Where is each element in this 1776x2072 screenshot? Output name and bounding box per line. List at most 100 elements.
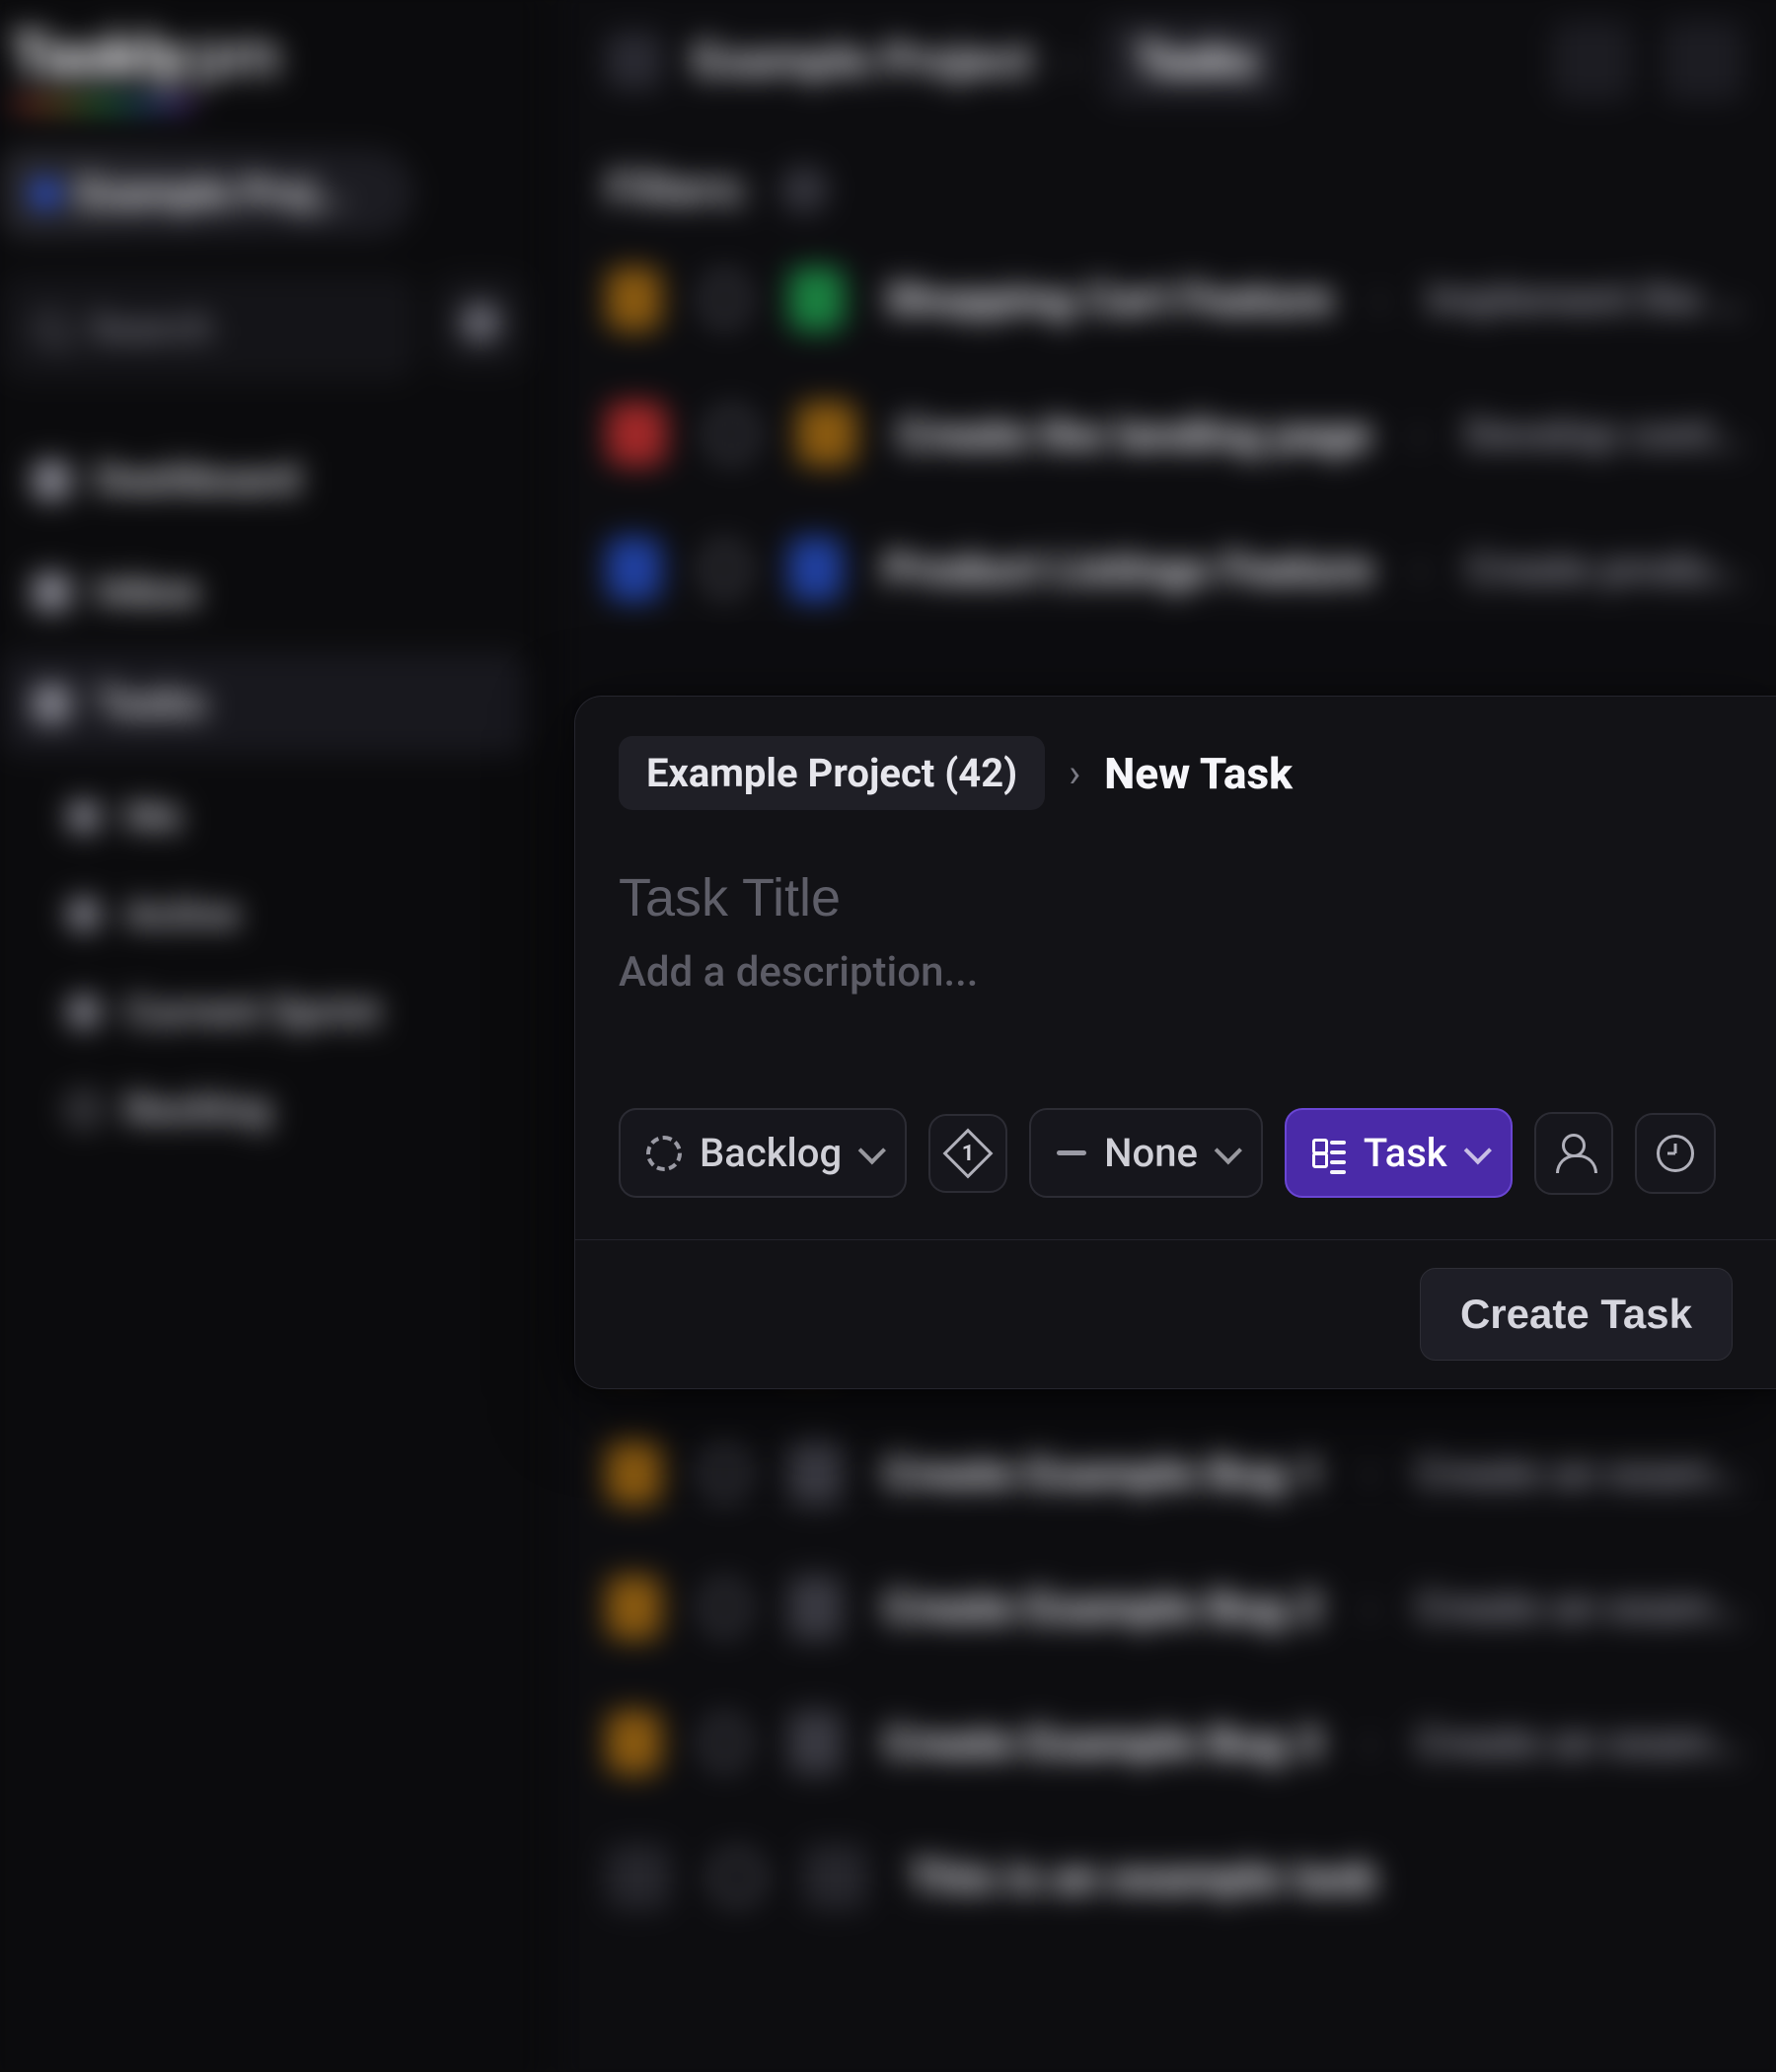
status-label: Backlog [700,1130,842,1176]
chevron-right-icon: › [1063,37,1074,85]
task-description-input[interactable] [619,936,1733,1045]
sidebar-subnav: Me Active Current Sprint Backlog [2,773,525,1153]
due-date-picker[interactable] [1635,1113,1716,1194]
task-title: Create the landing page [897,408,1371,461]
sidebar-item-inbox[interactable]: Inbox [2,541,525,642]
project-switcher[interactable]: Example Proj… [2,149,414,237]
active-icon [67,897,102,931]
user-icon [1556,1134,1591,1173]
task-row[interactable]: This is an example task [606,1845,1743,1909]
search-input[interactable]: Search [2,277,414,379]
breadcrumb-project[interactable]: Example Project [693,34,1032,88]
brand-logo: Tasklypm [2,20,525,93]
create-task-button[interactable]: Create Task [1420,1268,1733,1361]
chevron-down-icon [1463,1137,1491,1164]
task-status-square [606,1576,661,1640]
topbar-button-b[interactable] [1663,21,1743,102]
chevron-right-icon: › [1069,750,1080,796]
task-status-square [606,1845,670,1909]
separator: › [1363,1448,1375,1498]
separator: › [1363,1718,1375,1767]
sidebar-item-tasks[interactable]: Tasks [2,652,525,754]
task-progress-ring [706,408,756,461]
task-desc: Implement the … [1426,274,1743,324]
sprint-picker[interactable] [928,1114,1007,1193]
priority-picker[interactable]: None [1029,1108,1263,1198]
clock-icon [1657,1135,1694,1172]
type-label: Task [1364,1130,1447,1176]
task-row[interactable]: Shopping Cart Feature › Implement the … [606,267,1743,332]
brand-name: Taskly [11,20,186,93]
sidebar-item-dashboard[interactable]: Dashboard [2,429,525,531]
task-progress-ring [710,1851,763,1903]
task-category-square [796,402,856,466]
status-picker[interactable]: Backlog [619,1108,907,1198]
chevron-down-icon [858,1137,886,1164]
search-placeholder: Search [88,304,213,351]
task-progress-ring [702,1446,748,1499]
task-title: Create Example Bug 3 [883,1717,1322,1769]
task-progress-ring [702,1717,748,1769]
project-color-dot [33,180,59,206]
modal-header: Example Project (42) › New Task [575,697,1776,820]
task-category-square [788,537,844,601]
user-icon [67,799,102,834]
subnav-backlog[interactable]: Backlog [42,1066,526,1153]
task-type-icon [1312,1137,1346,1170]
brand-underline [13,99,194,109]
add-filter-button[interactable] [780,166,829,214]
task-desc: Create an exam… [1416,1583,1743,1632]
filters-label: Filters: [606,163,750,217]
assignee-picker[interactable] [1534,1112,1613,1195]
task-row[interactable]: Create Example Bug 2›Create an exam… [606,1576,1743,1640]
new-task-modal: Example Project (42) › New Task Backlog … [574,696,1776,1389]
task-title-input[interactable] [619,859,1733,936]
breadcrumb-project-chip[interactable]: Example Project (42) [619,736,1045,810]
backlog-icon [67,1092,102,1127]
task-progress-ring [702,1582,748,1634]
project-name: Example Proj… [77,170,344,217]
subnav-label: Backlog [125,1085,271,1133]
task-category-square [803,1845,867,1909]
task-row[interactable]: Product Listings Feature›Create produ… [606,537,1743,601]
task-title: Shopping Cart Feature [884,273,1332,326]
task-row[interactable]: Create Example Bug 3›Create an exam… [606,1710,1743,1774]
modal-body [575,820,1776,1108]
priority-none-icon [1057,1150,1086,1155]
task-desc: Create produ… [1466,545,1743,594]
filters-row: Filters: [555,142,1776,266]
tasks-icon [33,685,71,723]
subnav-me[interactable]: Me [42,773,526,860]
subnav-label: Me [125,792,183,840]
topbar-button-a[interactable] [1552,21,1633,102]
separator: › [1363,1583,1375,1632]
gear-icon [461,302,501,342]
sidebar-item-label: Dashboard [95,455,299,504]
task-status-square [606,537,661,601]
type-picker[interactable]: Task [1285,1108,1513,1198]
brand-suffix: pm [192,20,280,93]
task-category-square [788,1576,844,1640]
subnav-active[interactable]: Active [42,870,526,958]
task-title: This is an example task [908,1851,1377,1903]
search-icon [34,311,68,345]
priority-label: None [1104,1130,1198,1176]
task-row[interactable]: Create Example Bug 1›Create an exam… [606,1441,1743,1505]
task-desc: Create an exam… [1416,1448,1743,1498]
task-status-square [606,1710,661,1774]
task-status-square [606,267,661,332]
inbox-icon [33,572,71,611]
settings-button[interactable] [435,277,526,368]
task-row[interactable]: Create the landing page›Develop cont… [606,402,1743,466]
subnav-current-sprint[interactable]: Current Sprint [42,968,526,1056]
subnav-label: Current Sprint [125,988,380,1035]
separator: › [1413,545,1426,594]
sidebar: Tasklypm Example Proj… Search Dashboard [0,0,546,2072]
separator: › [1412,409,1425,459]
sidebar-item-label: Inbox [95,567,199,617]
sidebar-nav: Dashboard Inbox Tasks Me Active [2,429,525,1152]
task-status-square [606,402,666,466]
dashboard-icon [33,461,71,499]
task-category-square [788,1710,844,1774]
separator: › [1373,274,1386,324]
